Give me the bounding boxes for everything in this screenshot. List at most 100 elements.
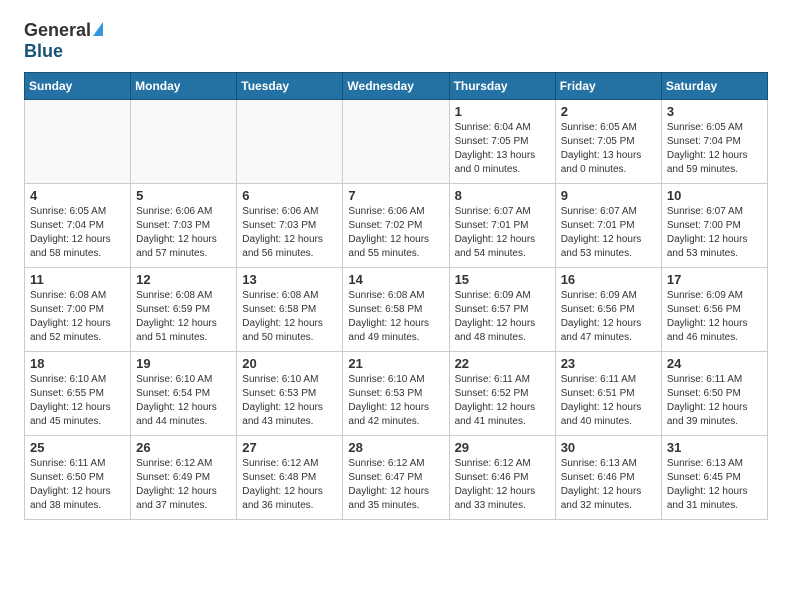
day-number: 13 [242,272,337,287]
day-info: Sunrise: 6:12 AM Sunset: 6:46 PM Dayligh… [455,457,550,513]
calendar-cell: 28Sunrise: 6:12 AM Sunset: 6:47 PM Dayli… [343,436,449,520]
day-number: 4 [30,188,125,203]
day-info: Sunrise: 6:08 AM Sunset: 6:58 PM Dayligh… [348,289,443,345]
logo: General Blue [24,20,103,62]
calendar-cell: 13 Sunrise: 6:08 AM Sunset: 6:58 PM Dayli… [237,268,343,352]
header: General Blue [24,20,768,62]
day-info: Sunrise: 6:04 AM Sunset: 7:05 PM Dayligh… [455,121,550,177]
day-info: Sunrise: 6:12 AM Sunset: 6:49 PM Dayligh… [136,457,231,513]
col-thursday: Thursday [449,73,555,100]
calendar-cell: 6 Sunrise: 6:06 AM Sunset: 7:03 PM Daylig… [237,184,343,268]
calendar-cell: 29 Sunrise: 6:12 AM Sunset: 6:46 PM Dayli… [449,436,555,520]
calendar-cell [131,100,237,184]
day-number: 15 [455,272,550,287]
calendar-cell: 7 Sunrise: 6:06 AM Sunset: 7:02 PM Daylig… [343,184,449,268]
calendar-cell: 19Sunrise: 6:10 AM Sunset: 6:54 PM Dayli… [131,352,237,436]
col-saturday: Saturday [661,73,767,100]
week-row: 4 Sunrise: 6:05 AM Sunset: 7:04 PM Daylig… [25,184,768,268]
day-number: 24 [667,356,762,371]
calendar-cell [25,100,131,184]
calendar-cell: 21Sunrise: 6:10 AM Sunset: 6:53 PM Dayli… [343,352,449,436]
calendar-cell: 8 Sunrise: 6:07 AM Sunset: 7:01 PM Daylig… [449,184,555,268]
day-number: 27 [242,440,337,455]
day-number: 8 [455,188,550,203]
day-info: Sunrise: 6:07 AM Sunset: 7:00 PM Dayligh… [667,205,762,261]
day-number: 5 [136,188,231,203]
day-info: Sunrise: 6:06 AM Sunset: 7:03 PM Dayligh… [242,205,337,261]
col-wednesday: Wednesday [343,73,449,100]
day-info: Sunrise: 6:11 AM Sunset: 6:52 PM Dayligh… [455,373,550,429]
day-info: Sunrise: 6:06 AM Sunset: 7:02 PM Dayligh… [348,205,443,261]
day-info: Sunrise: 6:05 AM Sunset: 7:04 PM Dayligh… [667,121,762,177]
calendar-cell: 5Sunrise: 6:06 AM Sunset: 7:03 PM Daylig… [131,184,237,268]
day-info: Sunrise: 6:11 AM Sunset: 6:50 PM Dayligh… [667,373,762,429]
calendar-body: 1 Sunrise: 6:04 AM Sunset: 7:05 PM Daylig… [25,100,768,520]
day-number: 6 [242,188,337,203]
day-info: Sunrise: 6:09 AM Sunset: 6:56 PM Dayligh… [561,289,656,345]
day-number: 17 [667,272,762,287]
day-number: 23 [561,356,656,371]
calendar-cell: 20 Sunrise: 6:10 AM Sunset: 6:53 PM Dayli… [237,352,343,436]
day-number: 31 [667,440,762,455]
calendar-cell: 17Sunrise: 6:09 AM Sunset: 6:56 PM Dayli… [661,268,767,352]
day-info: Sunrise: 6:10 AM Sunset: 6:55 PM Dayligh… [30,373,125,429]
day-info: Sunrise: 6:10 AM Sunset: 6:53 PM Dayligh… [242,373,337,429]
day-info: Sunrise: 6:07 AM Sunset: 7:01 PM Dayligh… [455,205,550,261]
day-number: 3 [667,104,762,119]
day-number: 7 [348,188,443,203]
logo-blue-icon [93,22,103,36]
calendar-cell: 16Sunrise: 6:09 AM Sunset: 6:56 PM Dayli… [555,268,661,352]
day-info: Sunrise: 6:05 AM Sunset: 7:04 PM Dayligh… [30,205,125,261]
col-sunday: Sunday [25,73,131,100]
page-container: General Blue Sunday Monday Tuesday Wedne… [0,0,792,536]
week-row: 18 Sunrise: 6:10 AM Sunset: 6:55 PM Dayli… [25,352,768,436]
day-number: 11 [30,272,125,287]
day-info: Sunrise: 6:12 AM Sunset: 6:48 PM Dayligh… [242,457,337,513]
day-number: 18 [30,356,125,371]
day-info: Sunrise: 6:11 AM Sunset: 6:51 PM Dayligh… [561,373,656,429]
logo-general-text: General [24,20,103,41]
day-number: 29 [455,440,550,455]
calendar-cell: 24 Sunrise: 6:11 AM Sunset: 6:50 PM Dayli… [661,352,767,436]
col-tuesday: Tuesday [237,73,343,100]
day-number: 2 [561,104,656,119]
calendar-cell: 2 Sunrise: 6:05 AM Sunset: 7:05 PM Daylig… [555,100,661,184]
day-info: Sunrise: 6:12 AM Sunset: 6:47 PM Dayligh… [348,457,443,513]
day-info: Sunrise: 6:08 AM Sunset: 6:58 PM Dayligh… [242,289,337,345]
col-friday: Friday [555,73,661,100]
calendar-cell: 15 Sunrise: 6:09 AM Sunset: 6:57 PM Dayli… [449,268,555,352]
day-info: Sunrise: 6:08 AM Sunset: 6:59 PM Dayligh… [136,289,231,345]
calendar-cell: 12 Sunrise: 6:08 AM Sunset: 6:59 PM Dayli… [131,268,237,352]
calendar-cell: 4 Sunrise: 6:05 AM Sunset: 7:04 PM Daylig… [25,184,131,268]
calendar-cell: 27 Sunrise: 6:12 AM Sunset: 6:48 PM Dayli… [237,436,343,520]
calendar-cell: 10Sunrise: 6:07 AM Sunset: 7:00 PM Dayli… [661,184,767,268]
calendar-cell: 22 Sunrise: 6:11 AM Sunset: 6:52 PM Dayli… [449,352,555,436]
day-number: 30 [561,440,656,455]
calendar-cell: 31 Sunrise: 6:13 AM Sunset: 6:45 PM Dayli… [661,436,767,520]
day-number: 1 [455,104,550,119]
calendar-cell: 23 Sunrise: 6:11 AM Sunset: 6:51 PM Dayli… [555,352,661,436]
week-row: 25Sunrise: 6:11 AM Sunset: 6:50 PM Dayli… [25,436,768,520]
day-info: Sunrise: 6:13 AM Sunset: 6:45 PM Dayligh… [667,457,762,513]
day-number: 22 [455,356,550,371]
day-info: Sunrise: 6:13 AM Sunset: 6:46 PM Dayligh… [561,457,656,513]
day-info: Sunrise: 6:05 AM Sunset: 7:05 PM Dayligh… [561,121,656,177]
day-number: 19 [136,356,231,371]
day-number: 20 [242,356,337,371]
calendar-table: Sunday Monday Tuesday Wednesday Thursday… [24,72,768,520]
logo-blue-text: Blue [24,41,63,62]
week-row: 11Sunrise: 6:08 AM Sunset: 7:00 PM Dayli… [25,268,768,352]
day-number: 14 [348,272,443,287]
calendar-cell: 11Sunrise: 6:08 AM Sunset: 7:00 PM Dayli… [25,268,131,352]
week-row: 1 Sunrise: 6:04 AM Sunset: 7:05 PM Daylig… [25,100,768,184]
calendar-cell [237,100,343,184]
day-number: 25 [30,440,125,455]
calendar-cell: 25Sunrise: 6:11 AM Sunset: 6:50 PM Dayli… [25,436,131,520]
day-info: Sunrise: 6:09 AM Sunset: 6:57 PM Dayligh… [455,289,550,345]
day-number: 12 [136,272,231,287]
calendar-cell: 26Sunrise: 6:12 AM Sunset: 6:49 PM Dayli… [131,436,237,520]
col-monday: Monday [131,73,237,100]
day-info: Sunrise: 6:10 AM Sunset: 6:53 PM Dayligh… [348,373,443,429]
calendar-cell: 30 Sunrise: 6:13 AM Sunset: 6:46 PM Dayli… [555,436,661,520]
calendar-cell [343,100,449,184]
